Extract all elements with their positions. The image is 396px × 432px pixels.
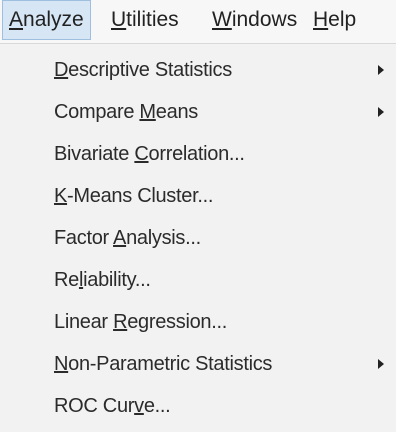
- menu-item-accesskey: N: [54, 353, 69, 375]
- menu-item-factor-analysis[interactable]: Factor Analysis...: [54, 222, 201, 254]
- menu-windows[interactable]: Windows: [212, 0, 297, 40]
- menu-item-label: e...: [143, 395, 171, 417]
- menu-analyze-accesskey: A: [9, 8, 24, 31]
- menu-item-accesskey: v: [134, 395, 144, 417]
- menu-item-label-pre: Factor: [54, 227, 114, 249]
- menu-item-label: eans: [155, 101, 198, 123]
- menu-item-non-parametric-statistics[interactable]: Non-Parametric Statistics: [54, 348, 272, 380]
- menu-item-label-pre: Re: [54, 269, 79, 291]
- menu-item-label-pre: Bivariate: [54, 143, 135, 165]
- submenu-arrow-icon: [378, 65, 384, 75]
- menu-item-reliability[interactable]: Reliability...: [54, 264, 151, 296]
- menu-item-label: on-Parametric Statistics: [68, 353, 273, 375]
- menu-item-accesskey: R: [113, 311, 128, 333]
- menu-item-label-pre: ROC Cur: [54, 395, 135, 417]
- menu-item-accesskey: A: [113, 227, 127, 249]
- menu-help-label: elp: [328, 8, 357, 31]
- analyze-dropdown-menu: Descriptive Statistics Compare Means Biv…: [0, 44, 396, 432]
- menu-item-label: iability...: [83, 269, 151, 291]
- menu-analyze-label: nalyze: [23, 8, 84, 31]
- menu-item-k-means-cluster[interactable]: K-Means Cluster...: [54, 180, 213, 212]
- menu-item-accesskey: M: [139, 101, 156, 123]
- menu-utilities-label: tilities: [126, 8, 179, 31]
- menu-item-linear-regression[interactable]: Linear Regression...: [54, 306, 227, 338]
- menu-item-compare-means[interactable]: Compare Means: [54, 96, 198, 128]
- menu-help[interactable]: Help: [313, 0, 356, 40]
- menu-item-label: egression...: [127, 311, 228, 333]
- menu-bar: Analyze Utilities Windows Help: [0, 0, 396, 44]
- menu-item-bivariate-correlation[interactable]: Bivariate Correlation...: [54, 138, 245, 170]
- menu-windows-label: indows: [231, 8, 298, 31]
- menu-item-label: nalysis...: [126, 227, 201, 249]
- menu-item-label-pre: Compare: [54, 101, 140, 123]
- menu-windows-accesskey: W: [212, 8, 232, 31]
- menu-item-label: escriptive Statistics: [68, 59, 232, 81]
- menu-item-descriptive-statistics[interactable]: Descriptive Statistics: [54, 54, 232, 86]
- menu-item-accesskey: K: [54, 185, 68, 207]
- menu-utilities-accesskey: U: [111, 8, 127, 31]
- menu-help-accesskey: H: [313, 8, 329, 31]
- submenu-arrow-icon: [378, 107, 384, 117]
- menu-item-label: -Means Cluster...: [67, 185, 214, 207]
- menu-item-accesskey: D: [54, 59, 69, 81]
- menu-item-label: orrelation...: [148, 143, 245, 165]
- submenu-arrow-icon: [378, 359, 384, 369]
- menu-analyze[interactable]: Analyze: [2, 0, 91, 40]
- menu-utilities[interactable]: Utilities: [111, 0, 179, 40]
- menu-item-accesskey: C: [134, 143, 149, 165]
- menu-item-label-pre: Linear: [54, 311, 114, 333]
- menu-item-roc-curve[interactable]: ROC Curve...: [54, 390, 171, 422]
